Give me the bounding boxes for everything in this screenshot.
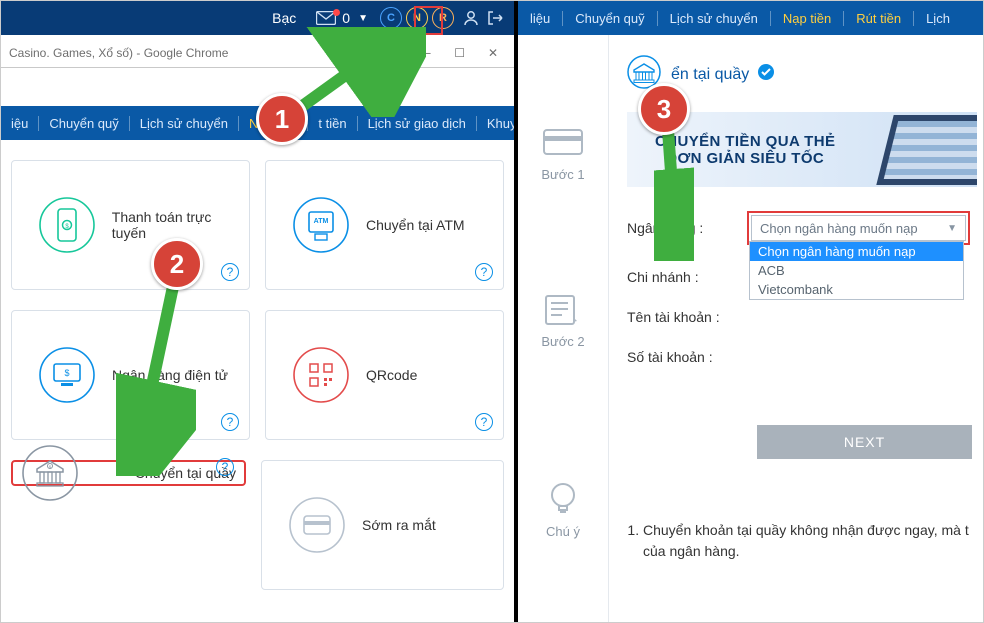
nav-item-transfer[interactable]: Chuyển quỹ: [562, 11, 656, 26]
mail-icon[interactable]: [316, 11, 336, 25]
bank-icon: $: [21, 444, 79, 502]
card-grey-icon: [288, 496, 346, 554]
tutorial-stage: Bạc 0 ▼ C N R Casino. Games, Xổ số) - Go…: [0, 0, 984, 623]
right-nav: liệu Chuyển quỹ Lịch sử chuyển Nạp tiền …: [518, 1, 984, 35]
banner-mock-icon: [876, 115, 977, 185]
chevron-down-icon: ▼: [947, 223, 957, 234]
right-panel: liệu Chuyển quỹ Lịch sử chuyển Nạp tiền …: [518, 1, 984, 622]
nav-item-history[interactable]: Lịch sử chuyển: [657, 11, 770, 26]
form-step-icon: [540, 292, 586, 328]
user-icon[interactable]: [462, 9, 480, 27]
card-qrcode[interactable]: QRcode ?: [265, 310, 504, 440]
logout-icon[interactable]: [486, 9, 504, 27]
card-label: Sớm ra mắt: [362, 517, 436, 533]
card-online-payment[interactable]: $ Thanh toán trực tuyến ?: [11, 160, 250, 290]
badge-c-icon[interactable]: C: [380, 7, 402, 29]
rank-label: Bạc: [272, 10, 296, 26]
nav-item[interactable]: iệu: [1, 116, 38, 131]
card-atm[interactable]: ATM Chuyển tại ATM ?: [265, 160, 504, 290]
card-label: QRcode: [366, 367, 417, 383]
svg-text:ATM: ATM: [314, 218, 329, 225]
step-label: Bước 2: [541, 334, 584, 349]
help-icon[interactable]: ?: [475, 413, 493, 431]
help-icon[interactable]: ?: [221, 413, 239, 431]
deposit-methods: $ Thanh toán trực tuyến ? ATM Chuyển tại…: [1, 140, 514, 620]
step-2: Bước 2: [518, 292, 608, 349]
window-title: Casino. Games, Xổ số) - Google Chrome: [9, 46, 228, 60]
step-badge-2: 2: [151, 238, 203, 290]
phone-money-icon: $: [38, 196, 96, 254]
check-icon: [757, 63, 775, 86]
row-accname: Tên tài khoản :: [627, 309, 977, 325]
option-acb[interactable]: ACB: [750, 261, 963, 280]
step-note: Chú ý: [518, 481, 608, 539]
highlight-box-select: Chọn ngân hàng muốn nạp ▼: [747, 211, 970, 245]
left-panel: Bạc 0 ▼ C N R Casino. Games, Xổ số) - Go…: [1, 1, 514, 622]
step-badge-1: 1: [256, 93, 308, 145]
next-button-label: NEXT: [844, 434, 885, 450]
nav-item[interactable]: Lịch: [913, 11, 962, 26]
step-1: Bước 1: [518, 125, 608, 182]
select-placeholder: Chọn ngân hàng muốn nạp: [760, 221, 918, 236]
help-icon[interactable]: ?: [216, 458, 234, 476]
qr-icon: [292, 346, 350, 404]
arrow-2: [116, 276, 196, 476]
maximize-button[interactable]: ☐: [445, 46, 475, 60]
step-label: Chú ý: [546, 524, 580, 539]
note-item: Chuyển khoản tại quầy không nhận được ng…: [643, 520, 975, 562]
nav-item-withdraw[interactable]: Rút tiền: [843, 11, 913, 26]
page-title: ển tại quầy: [671, 66, 749, 84]
mail-count: 0: [342, 10, 350, 26]
arrow-3: [654, 126, 694, 261]
card-label: Chuyển tại ATM: [366, 217, 465, 233]
nav-item-history[interactable]: Lịch sử chuyển: [129, 116, 238, 131]
svg-text:$: $: [64, 368, 69, 378]
label-branch: Chi nhánh :: [627, 269, 747, 285]
account-topbar: Bạc 0 ▼ C N R: [1, 1, 514, 35]
right-body: Bước 1 Bước 2 Chú ý: [518, 35, 984, 622]
step-label: Bước 1: [541, 167, 584, 182]
bank-select[interactable]: Chọn ngân hàng muốn nạp ▼: [751, 215, 966, 241]
card-step-icon: [540, 125, 586, 161]
label-accname: Tên tài khoản :: [627, 309, 747, 325]
bank-options: Chọn ngân hàng muốn nạp ACB Vietcombank: [749, 241, 964, 300]
monitor-money-icon: $: [38, 346, 96, 404]
nav-item-txhistory[interactable]: Lịch sử giao dịch: [357, 116, 476, 131]
atm-icon: ATM: [292, 196, 350, 254]
nav-item[interactable]: liệu: [518, 11, 562, 26]
arrow-1: [291, 27, 426, 117]
next-button[interactable]: NEXT: [757, 425, 972, 459]
option-placeholder[interactable]: Chọn ngân hàng muốn nạp: [750, 242, 963, 261]
card-label: Thanh toán trực tuyến: [112, 209, 249, 241]
help-icon[interactable]: ?: [221, 263, 239, 281]
dropdown-caret-icon[interactable]: ▼: [358, 13, 368, 24]
step-badge-3: 3: [638, 83, 690, 135]
bulb-icon: [546, 481, 580, 524]
close-button[interactable]: ✕: [478, 46, 508, 60]
mail-notification-dot: [333, 9, 340, 16]
nav-item-transfer[interactable]: Chuyển quỹ: [38, 116, 128, 131]
nav-item-deposit[interactable]: Nạp tiền: [770, 11, 843, 26]
note-list: Chuyển khoản tại quầy không nhận được ng…: [619, 520, 975, 562]
option-vietcombank[interactable]: Vietcombank: [750, 280, 963, 299]
card-coming-soon: Sớm ra mắt: [261, 460, 504, 590]
help-icon[interactable]: ?: [475, 263, 493, 281]
label-accno: Số tài khoản :: [627, 349, 747, 365]
nav-item-promo[interactable]: Khuyến mã: [476, 116, 514, 131]
chrome-titlebar: Casino. Games, Xổ số) - Google Chrome ─ …: [1, 35, 514, 68]
row-accno: Số tài khoản :: [627, 349, 977, 365]
nav-item-withdraw[interactable]: t tiền: [307, 116, 356, 131]
